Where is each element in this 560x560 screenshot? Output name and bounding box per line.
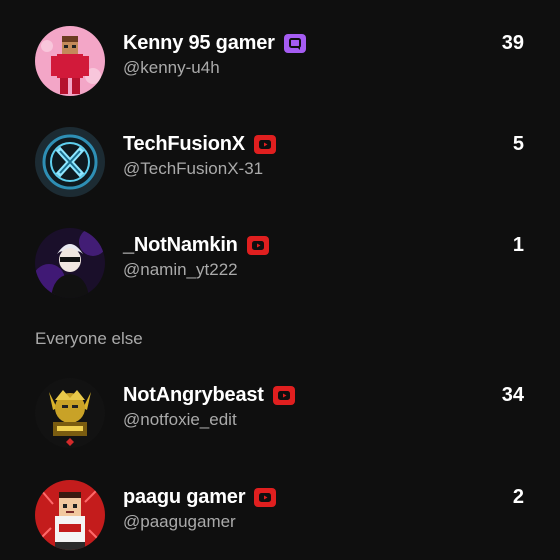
membership-chat-icon (283, 34, 306, 53)
avatar[interactable] (35, 480, 105, 550)
avatar[interactable] (35, 26, 105, 96)
user-name[interactable]: Kenny 95 gamer (123, 32, 306, 55)
user-handle: @notfoxie_edit (123, 410, 237, 429)
user-handle: @TechFusionX-31 (123, 159, 264, 178)
count-value: 1 (512, 234, 524, 256)
user-name-text[interactable]: paagu gamer (123, 486, 245, 509)
user-name-text[interactable]: _NotNamkin (123, 234, 238, 257)
youtube-icon (272, 386, 295, 405)
user-name[interactable]: _NotNamkin (123, 234, 269, 257)
user-name-text[interactable]: TechFusionX (123, 133, 245, 156)
avatar[interactable] (35, 378, 105, 448)
user-name[interactable]: TechFusionX (123, 133, 276, 156)
leaderboard-row[interactable]: TechFusionX @TechFusionX-31 5 (0, 121, 560, 201)
count-value: 2 (512, 486, 524, 508)
youtube-icon (253, 135, 276, 154)
leaderboard-row[interactable]: NotAngrybeast @notfoxie_edit 34 (0, 372, 560, 452)
user-name[interactable]: paagu gamer (123, 486, 277, 509)
user-name-text[interactable]: NotAngrybeast (123, 384, 264, 407)
user-handle: @kenny-u4h (123, 58, 220, 77)
leaderboard-row[interactable]: paagu gamer @paagugamer 2 (0, 474, 560, 554)
leaderboard-row[interactable]: Kenny 95 gamer @kenny-u4h 39 (0, 20, 560, 100)
avatar[interactable] (35, 127, 105, 197)
user-name[interactable]: NotAngrybeast (123, 384, 295, 407)
youtube-icon (254, 488, 277, 507)
leaderboard-row[interactable]: _NotNamkin @namin_yt222 1 (0, 222, 560, 302)
count-value: 5 (512, 133, 524, 155)
section-label: Everyone else (35, 329, 143, 348)
count-value: 39 (501, 32, 524, 54)
user-handle: @paagugamer (123, 512, 236, 531)
count-value: 34 (501, 384, 524, 406)
avatar[interactable] (35, 228, 105, 298)
youtube-icon (246, 236, 269, 255)
user-name-text[interactable]: Kenny 95 gamer (123, 32, 275, 55)
user-handle: @namin_yt222 (123, 260, 238, 279)
